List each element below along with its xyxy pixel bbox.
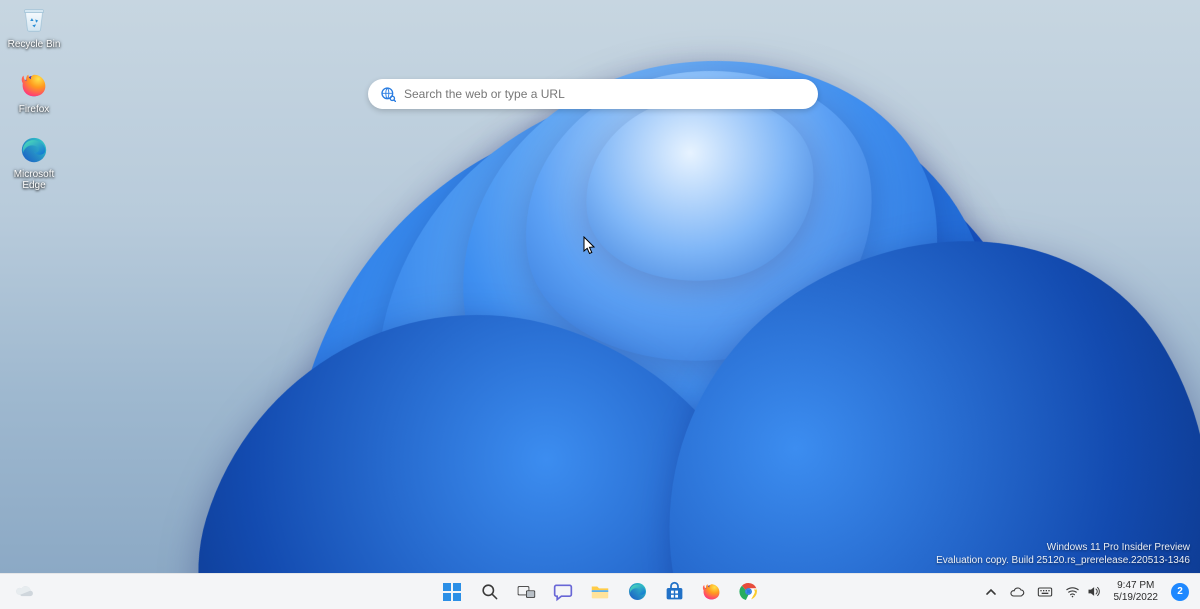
wifi-icon [1065,584,1080,599]
tray-language[interactable] [1032,577,1058,607]
widgets-button[interactable] [8,577,42,607]
taskbar-firefox-button[interactable] [694,577,728,607]
desktop-search-bar[interactable] [368,79,818,109]
store-button[interactable] [657,577,691,607]
tray-network-volume[interactable] [1060,577,1106,607]
chat-button[interactable] [546,577,580,607]
windows-logo-icon [442,582,462,602]
web-search-icon [380,86,396,102]
keyboard-icon [1037,584,1053,600]
file-explorer-button[interactable] [583,577,617,607]
tray-overflow-button[interactable] [980,577,1002,607]
tray-date: 5/19/2022 [1114,592,1159,604]
desktop-icon-recycle-bin[interactable]: Recycle Bin [5,3,63,50]
taskbar: 9:47 PM 5/19/2022 2 [0,573,1200,609]
chrome-button[interactable] [731,577,765,607]
desktop-icon-label: Firefox [19,104,50,115]
taskbar-search-button[interactable] [472,577,506,607]
search-icon [480,582,499,601]
desktop-icons: Recycle Bin Firefox [5,3,63,191]
tray-notifications[interactable]: 2 [1166,577,1194,607]
cloud-icon [1009,584,1025,600]
tray-onedrive[interactable] [1004,577,1030,607]
weather-icon [14,581,36,603]
watermark-line-2: Evaluation copy. Build 25120.rs_prerelea… [936,554,1190,567]
edge-icon [627,581,648,602]
firefox-icon [17,68,51,102]
build-watermark: Windows 11 Pro Insider Preview Evaluatio… [936,541,1190,567]
taskbar-edge-button[interactable] [620,577,654,607]
chevron-up-icon [985,586,997,598]
firefox-icon [701,581,722,602]
chrome-icon [738,581,759,602]
volume-icon [1086,584,1101,599]
watermark-line-1: Windows 11 Pro Insider Preview [936,541,1190,554]
desktop-icon-label: Microsoft Edge [5,169,63,191]
task-view-button[interactable] [509,577,543,607]
recycle-bin-icon [17,3,51,37]
file-explorer-icon [589,581,611,603]
tray-time: 9:47 PM [1117,580,1154,592]
desktop-search-input[interactable] [404,87,806,101]
notification-count-badge: 2 [1171,583,1189,601]
desktop-icon-edge[interactable]: Microsoft Edge [5,133,63,191]
start-button[interactable] [435,577,469,607]
store-icon [664,581,685,602]
edge-icon [17,133,51,167]
desktop-icon-firefox[interactable]: Firefox [5,68,63,115]
desktop-icon-label: Recycle Bin [8,39,61,50]
task-view-icon [516,582,536,602]
tray-clock[interactable]: 9:47 PM 5/19/2022 [1108,577,1165,607]
chat-icon [553,582,573,602]
